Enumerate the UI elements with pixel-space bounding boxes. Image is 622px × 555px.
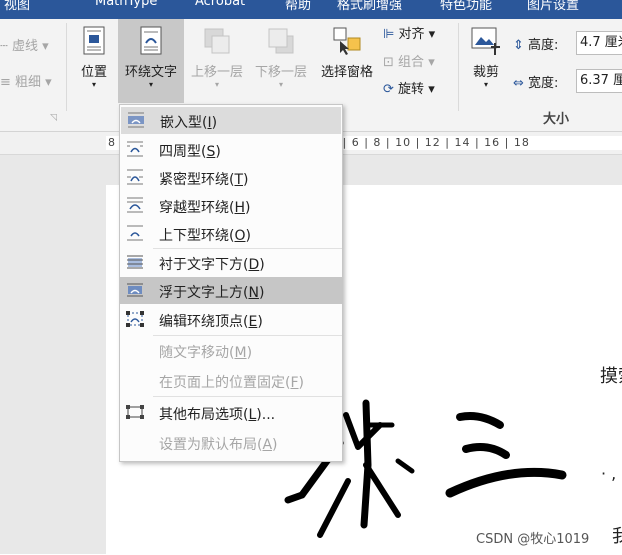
send-backward-icon [268, 28, 294, 54]
menu-item-square[interactable]: 四周型(S) [120, 136, 342, 163]
size-group-label: 大小 [543, 112, 570, 127]
shape-height-input[interactable]: 4.7 厘米 [576, 31, 622, 55]
rotate-button[interactable]: ⟳ 旋转 ▾ [383, 78, 435, 97]
menu-item-move-with-text: 随文字移动(M) [159, 345, 253, 361]
wrap-text-menu: 嵌入型(I) 四周型(S) 紧密型环绕(T) 穿越型环绕(H) 上下型环绕(O)… [119, 104, 343, 462]
bring-forward-icon [204, 28, 230, 54]
tab-view[interactable]: 视图 [4, 0, 30, 13]
wrap-text-icon [140, 26, 162, 55]
tab-help[interactable]: 帮助 [285, 0, 311, 13]
tab-acrobat[interactable]: Acrobat [195, 0, 245, 9]
menu-item-set-default-layout: 设置为默认布局(A) [159, 437, 278, 453]
tab-special-features[interactable]: 特色功能 [440, 0, 492, 13]
line-weight-icon: ≡ [0, 75, 16, 90]
height-icon: ⇕ [513, 38, 524, 53]
document-text-line: 摸索 [600, 366, 622, 387]
tab-format-painter-plus[interactable]: 格式刷增强 [337, 0, 402, 13]
wrap-text-button[interactable]: 环绕文字 ▾ [118, 19, 184, 103]
shape-width-input[interactable]: 6.37 厘米 [576, 69, 622, 93]
tab-mathtype[interactable]: MathType [95, 0, 157, 9]
align-icon: ⊫ [383, 27, 395, 42]
position-icon [83, 26, 105, 55]
watermark: CSDN @牧心1019 [476, 532, 590, 547]
group-icon: ⊡ [383, 55, 394, 70]
align-button[interactable]: ⊫ 对齐 ▾ [383, 23, 435, 42]
rotate-icon: ⟳ [383, 82, 394, 97]
menu-item-through[interactable]: 穿越型环绕(H) [120, 192, 342, 219]
group-button[interactable]: ⊡ 组合 ▾ [383, 51, 435, 70]
menu-item-tight[interactable]: 紧密型环绕(T) [120, 164, 342, 191]
crop-icon [471, 27, 500, 55]
selection-pane-button[interactable]: 选择窗格 [314, 25, 380, 80]
square-wrap-icon [127, 141, 143, 157]
menu-item-edit-wrap-points[interactable]: 编辑环绕顶点(E) [120, 306, 342, 333]
more-layout-options-icon [126, 405, 144, 419]
menu-item-fix-position: 在页面上的位置固定(F) [159, 375, 304, 391]
ribbon-tab-strip: 视图 MathType Acrobat 帮助 格式刷增强 特色功能 图片设置 [0, 0, 622, 19]
shape-height-label: ⇕ 高度: [513, 38, 559, 53]
crop-button[interactable]: 裁剪 ▾ [466, 25, 506, 90]
dialog-launcher-icon[interactable]: ◹ [50, 113, 57, 123]
menu-item-inline[interactable]: 嵌入型(I) [121, 107, 341, 134]
width-icon: ⇔ [513, 76, 524, 91]
bring-forward-button[interactable]: 上移一层 ▾ [186, 25, 248, 90]
selection-pane-icon [333, 27, 361, 55]
in-front-of-text-icon [127, 283, 143, 297]
line-weight-button[interactable]: ≡ 粗细 ▾ [0, 71, 52, 90]
edit-wrap-points-icon [126, 311, 144, 327]
menu-item-more-layout-options[interactable]: 其他布局选项(L)... [120, 399, 342, 426]
inline-with-text-icon [128, 112, 144, 128]
tight-wrap-icon [127, 169, 143, 185]
send-backward-button[interactable]: 下移一层 ▾ [250, 25, 312, 90]
tab-picture-settings[interactable]: 图片设置 [527, 0, 579, 13]
position-button[interactable]: 位置 ▾ [74, 25, 114, 90]
dashed-line-icon: ┄ [0, 39, 12, 54]
behind-text-icon [127, 255, 143, 269]
menu-item-behind-text[interactable]: 衬于文字下方(D) [120, 249, 342, 276]
document-punctuation: · , [601, 464, 617, 483]
through-wrap-icon [127, 197, 143, 213]
top-bottom-wrap-icon [127, 225, 143, 241]
shape-width-label: ⇔ 宽度: [513, 76, 559, 91]
line-style-button[interactable]: ┄ 虚线 ▾ [0, 35, 49, 54]
menu-item-top-bottom[interactable]: 上下型环绕(O) [120, 220, 342, 247]
menu-item-in-front-of-text[interactable]: 浮于文字上方(N) [120, 277, 342, 304]
document-text-fragment: 我 [612, 526, 622, 547]
